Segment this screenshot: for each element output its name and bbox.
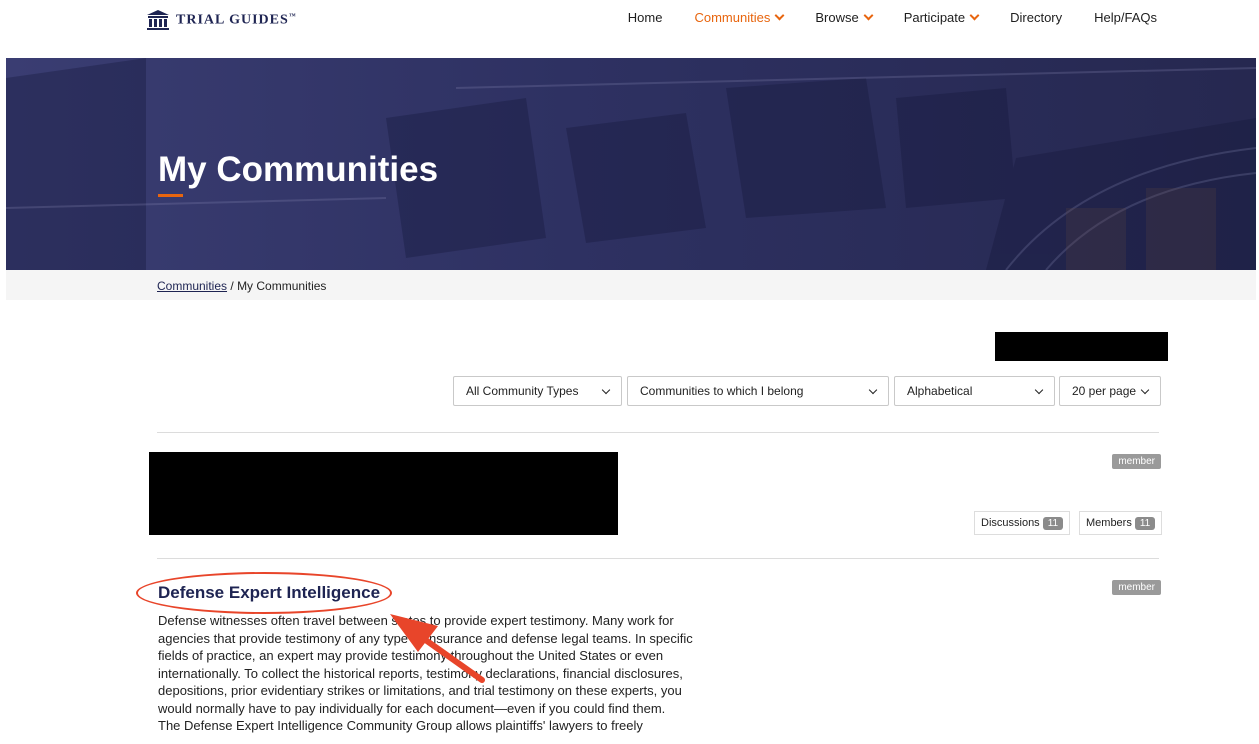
- annotation-arrow: [390, 614, 485, 683]
